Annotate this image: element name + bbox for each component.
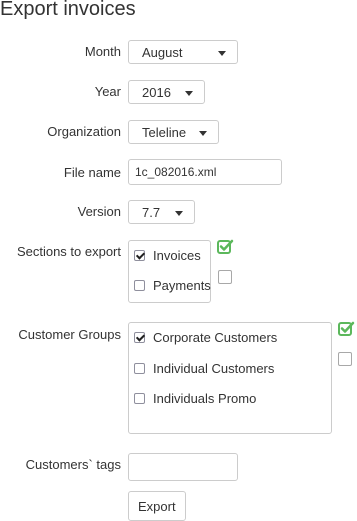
version-value: 7.7: [142, 204, 161, 220]
organization-label: Organization: [47, 124, 121, 139]
version-label: Version: [77, 204, 121, 219]
section-option-payments[interactable]: Payments: [134, 278, 211, 293]
unchecked-checkbox-icon[interactable]: [218, 270, 232, 284]
checkbox-unchecked[interactable]: [134, 280, 145, 291]
chevron-down-icon: [199, 131, 207, 136]
customer-groups-label: Customer Groups: [18, 327, 121, 342]
checked-checkbox-icon[interactable]: [338, 321, 355, 337]
customers-tags-label: Customers` tags: [25, 457, 121, 472]
month-value: August: [142, 44, 183, 60]
file-name-label: File name: [63, 165, 121, 180]
sections-label: Sections to export: [16, 244, 121, 259]
checked-checkbox-icon[interactable]: [217, 239, 234, 255]
section-option-label: Invoices: [153, 248, 201, 263]
year-select[interactable]: 2016: [128, 80, 205, 104]
customer-group-option-label: Individuals Promo: [153, 391, 257, 406]
organization-select[interactable]: Teleline: [128, 120, 219, 144]
chevron-down-icon: [218, 51, 226, 56]
chevron-down-icon: [175, 211, 183, 216]
year-value: 2016: [142, 84, 171, 100]
month-select[interactable]: August: [128, 40, 238, 64]
checkbox-unchecked[interactable]: [134, 393, 145, 404]
customer-group-option-corporate[interactable]: Corporate Customers: [134, 330, 277, 345]
checkbox-unchecked[interactable]: [134, 363, 145, 374]
customer-groups-list: Corporate Customers Individual Customers…: [128, 322, 332, 434]
sections-list: Invoices Payments: [128, 240, 211, 303]
checkbox-checked[interactable]: [134, 332, 145, 343]
chevron-down-icon: [185, 91, 193, 96]
unchecked-checkbox-icon[interactable]: [338, 352, 352, 366]
customer-group-option-promo[interactable]: Individuals Promo: [134, 391, 256, 406]
customer-group-option-label: Individual Customers: [153, 361, 275, 376]
customers-tags-input[interactable]: [128, 453, 238, 481]
version-select[interactable]: 7.7: [128, 200, 195, 224]
file-name-input[interactable]: [128, 159, 282, 185]
section-option-label: Payments: [153, 278, 211, 293]
section-option-invoices[interactable]: Invoices: [134, 248, 201, 263]
customer-group-option-label: Corporate Customers: [153, 330, 278, 345]
checkbox-checked[interactable]: [134, 250, 145, 261]
page-title: Export invoices: [0, 0, 136, 20]
year-label: Year: [94, 84, 121, 99]
export-button[interactable]: Export: [128, 491, 186, 521]
month-label: Month: [84, 44, 121, 59]
customer-group-option-individual[interactable]: Individual Customers: [134, 361, 274, 376]
organization-value: Teleline: [142, 124, 187, 140]
